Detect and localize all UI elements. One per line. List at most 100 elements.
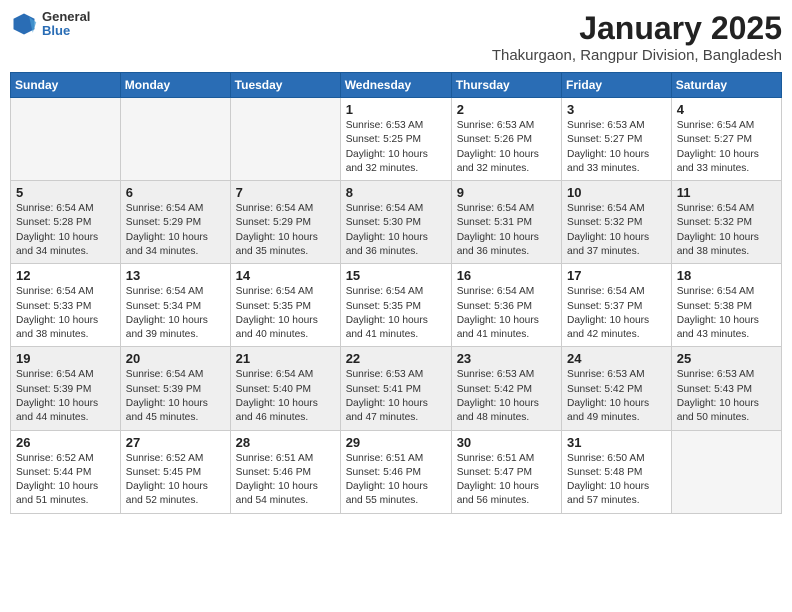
calendar-week-row: 1 Sunrise: 6:53 AM Sunset: 5:25 PM Daylig… [11, 98, 782, 181]
weekday-header-friday: Friday [562, 73, 672, 98]
weekday-header-row: SundayMondayTuesdayWednesdayThursdayFrid… [11, 73, 782, 98]
day-number: 11 [677, 185, 776, 200]
day-number: 25 [677, 351, 776, 366]
day-info: Sunrise: 6:53 AM Sunset: 5:42 PM Dayligh… [457, 368, 556, 425]
day-info: Sunrise: 6:51 AM Sunset: 5:46 PM Dayligh… [346, 452, 446, 509]
calendar-day-cell: 22 Sunrise: 6:53 AM Sunset: 5:41 PM Dayli… [340, 347, 451, 430]
day-info: Sunrise: 6:54 AM Sunset: 5:36 PM Dayligh… [457, 285, 556, 342]
calendar-day-cell: 29 Sunrise: 6:51 AM Sunset: 5:46 PM Dayli… [340, 430, 451, 513]
logo: General Blue [10, 10, 90, 39]
calendar-day-cell: 17 Sunrise: 6:54 AM Sunset: 5:37 PM Dayli… [562, 264, 672, 347]
day-number: 2 [457, 102, 556, 117]
day-info: Sunrise: 6:54 AM Sunset: 5:32 PM Dayligh… [677, 202, 776, 259]
day-info: Sunrise: 6:51 AM Sunset: 5:47 PM Dayligh… [457, 452, 556, 509]
calendar-day-cell: 2 Sunrise: 6:53 AM Sunset: 5:26 PM Daylig… [451, 98, 561, 181]
day-info: Sunrise: 6:53 AM Sunset: 5:41 PM Dayligh… [346, 368, 446, 425]
logo-icon [10, 10, 38, 38]
calendar-day-cell: 18 Sunrise: 6:54 AM Sunset: 5:38 PM Dayli… [671, 264, 781, 347]
day-info: Sunrise: 6:54 AM Sunset: 5:27 PM Dayligh… [677, 119, 776, 176]
day-info: Sunrise: 6:51 AM Sunset: 5:46 PM Dayligh… [236, 452, 335, 509]
day-info: Sunrise: 6:54 AM Sunset: 5:31 PM Dayligh… [457, 202, 556, 259]
calendar-week-row: 19 Sunrise: 6:54 AM Sunset: 5:39 PM Dayli… [11, 347, 782, 430]
calendar-week-row: 5 Sunrise: 6:54 AM Sunset: 5:28 PM Daylig… [11, 181, 782, 264]
weekday-header-saturday: Saturday [671, 73, 781, 98]
day-info: Sunrise: 6:54 AM Sunset: 5:37 PM Dayligh… [567, 285, 666, 342]
day-number: 20 [126, 351, 225, 366]
day-number: 15 [346, 268, 446, 283]
logo-text: General Blue [42, 10, 90, 39]
calendar-day-cell: 3Sunrise: 6:53 AM Sunset: 5:27 PM Daylig… [562, 98, 672, 181]
day-number: 4 [677, 102, 776, 117]
day-number: 7 [236, 185, 335, 200]
day-number: 13 [126, 268, 225, 283]
weekday-header-tuesday: Tuesday [230, 73, 340, 98]
weekday-header-sunday: Sunday [11, 73, 121, 98]
calendar-day-cell: 12 Sunrise: 6:54 AM Sunset: 5:33 PM Dayli… [11, 264, 121, 347]
calendar-day-cell: 10Sunrise: 6:54 AM Sunset: 5:32 PM Dayli… [562, 181, 672, 264]
calendar-day-cell: 20 Sunrise: 6:54 AM Sunset: 5:39 PM Dayli… [120, 347, 230, 430]
calendar-day-cell: 26Sunrise: 6:52 AM Sunset: 5:44 PM Dayli… [11, 430, 121, 513]
day-number: 3 [567, 102, 666, 117]
calendar-day-cell: 15Sunrise: 6:54 AM Sunset: 5:35 PM Dayli… [340, 264, 451, 347]
calendar-day-cell: 21Sunrise: 6:54 AM Sunset: 5:40 PM Dayli… [230, 347, 340, 430]
day-number: 16 [457, 268, 556, 283]
calendar-title: January 2025 [492, 10, 782, 47]
calendar-day-cell: 27 Sunrise: 6:52 AM Sunset: 5:45 PM Dayli… [120, 430, 230, 513]
calendar-subtitle: Thakurgaon, Rangpur Division, Bangladesh [492, 47, 782, 64]
day-number: 23 [457, 351, 556, 366]
calendar-day-cell: 31 Sunrise: 6:50 AM Sunset: 5:48 PM Dayli… [562, 430, 672, 513]
day-number: 1 [346, 102, 446, 117]
day-number: 5 [16, 185, 115, 200]
day-number: 6 [126, 185, 225, 200]
day-info: Sunrise: 6:54 AM Sunset: 5:34 PM Dayligh… [126, 285, 225, 342]
day-info: Sunrise: 6:52 AM Sunset: 5:45 PM Dayligh… [126, 452, 225, 509]
title-area: January 2025 Thakurgaon, Rangpur Divisio… [492, 10, 782, 64]
calendar-day-cell [120, 98, 230, 181]
day-info: Sunrise: 6:50 AM Sunset: 5:48 PM Dayligh… [567, 452, 666, 509]
calendar-day-cell: 16 Sunrise: 6:54 AM Sunset: 5:36 PM Dayli… [451, 264, 561, 347]
day-info: Sunrise: 6:54 AM Sunset: 5:29 PM Dayligh… [236, 202, 335, 259]
day-number: 12 [16, 268, 115, 283]
day-number: 29 [346, 435, 446, 450]
day-number: 31 [567, 435, 666, 450]
day-info: Sunrise: 6:54 AM Sunset: 5:33 PM Dayligh… [16, 285, 115, 342]
calendar-day-cell: 1 Sunrise: 6:53 AM Sunset: 5:25 PM Daylig… [340, 98, 451, 181]
day-number: 27 [126, 435, 225, 450]
calendar-day-cell: 5 Sunrise: 6:54 AM Sunset: 5:28 PM Daylig… [11, 181, 121, 264]
calendar-day-cell [671, 430, 781, 513]
day-info: Sunrise: 6:54 AM Sunset: 5:29 PM Dayligh… [126, 202, 225, 259]
calendar-day-cell: 7 Sunrise: 6:54 AM Sunset: 5:29 PM Daylig… [230, 181, 340, 264]
day-number: 30 [457, 435, 556, 450]
day-info: Sunrise: 6:52 AM Sunset: 5:44 PM Dayligh… [16, 452, 115, 509]
calendar-day-cell [11, 98, 121, 181]
calendar-day-cell: 9Sunrise: 6:54 AM Sunset: 5:31 PM Daylig… [451, 181, 561, 264]
day-info: Sunrise: 6:54 AM Sunset: 5:30 PM Dayligh… [346, 202, 446, 259]
calendar-day-cell: 23 Sunrise: 6:53 AM Sunset: 5:42 PM Dayli… [451, 347, 561, 430]
calendar-day-cell: 25 Sunrise: 6:53 AM Sunset: 5:43 PM Dayli… [671, 347, 781, 430]
day-info: Sunrise: 6:54 AM Sunset: 5:38 PM Dayligh… [677, 285, 776, 342]
day-info: Sunrise: 6:53 AM Sunset: 5:26 PM Dayligh… [457, 119, 556, 176]
day-info: Sunrise: 6:53 AM Sunset: 5:25 PM Dayligh… [346, 119, 446, 176]
day-number: 18 [677, 268, 776, 283]
day-info: Sunrise: 6:54 AM Sunset: 5:39 PM Dayligh… [126, 368, 225, 425]
calendar-day-cell: 4 Sunrise: 6:54 AM Sunset: 5:27 PM Daylig… [671, 98, 781, 181]
calendar-day-cell: 6 Sunrise: 6:54 AM Sunset: 5:29 PM Daylig… [120, 181, 230, 264]
day-info: Sunrise: 6:54 AM Sunset: 5:28 PM Dayligh… [16, 202, 115, 259]
calendar-table: SundayMondayTuesdayWednesdayThursdayFrid… [10, 72, 782, 514]
page-header: General Blue January 2025 Thakurgaon, Ra… [10, 10, 782, 64]
day-info: Sunrise: 6:54 AM Sunset: 5:32 PM Dayligh… [567, 202, 666, 259]
day-number: 14 [236, 268, 335, 283]
calendar-day-cell: 14Sunrise: 6:54 AM Sunset: 5:35 PM Dayli… [230, 264, 340, 347]
day-info: Sunrise: 6:54 AM Sunset: 5:40 PM Dayligh… [236, 368, 335, 425]
calendar-day-cell: 30 Sunrise: 6:51 AM Sunset: 5:47 PM Dayli… [451, 430, 561, 513]
day-info: Sunrise: 6:54 AM Sunset: 5:39 PM Dayligh… [16, 368, 115, 425]
day-number: 17 [567, 268, 666, 283]
day-number: 19 [16, 351, 115, 366]
logo-blue: Blue [42, 24, 90, 38]
calendar-day-cell: 24Sunrise: 6:53 AM Sunset: 5:42 PM Dayli… [562, 347, 672, 430]
calendar-day-cell: 28Sunrise: 6:51 AM Sunset: 5:46 PM Dayli… [230, 430, 340, 513]
calendar-day-cell [230, 98, 340, 181]
calendar-day-cell: 13 Sunrise: 6:54 AM Sunset: 5:34 PM Dayli… [120, 264, 230, 347]
day-info: Sunrise: 6:53 AM Sunset: 5:43 PM Dayligh… [677, 368, 776, 425]
day-number: 22 [346, 351, 446, 366]
